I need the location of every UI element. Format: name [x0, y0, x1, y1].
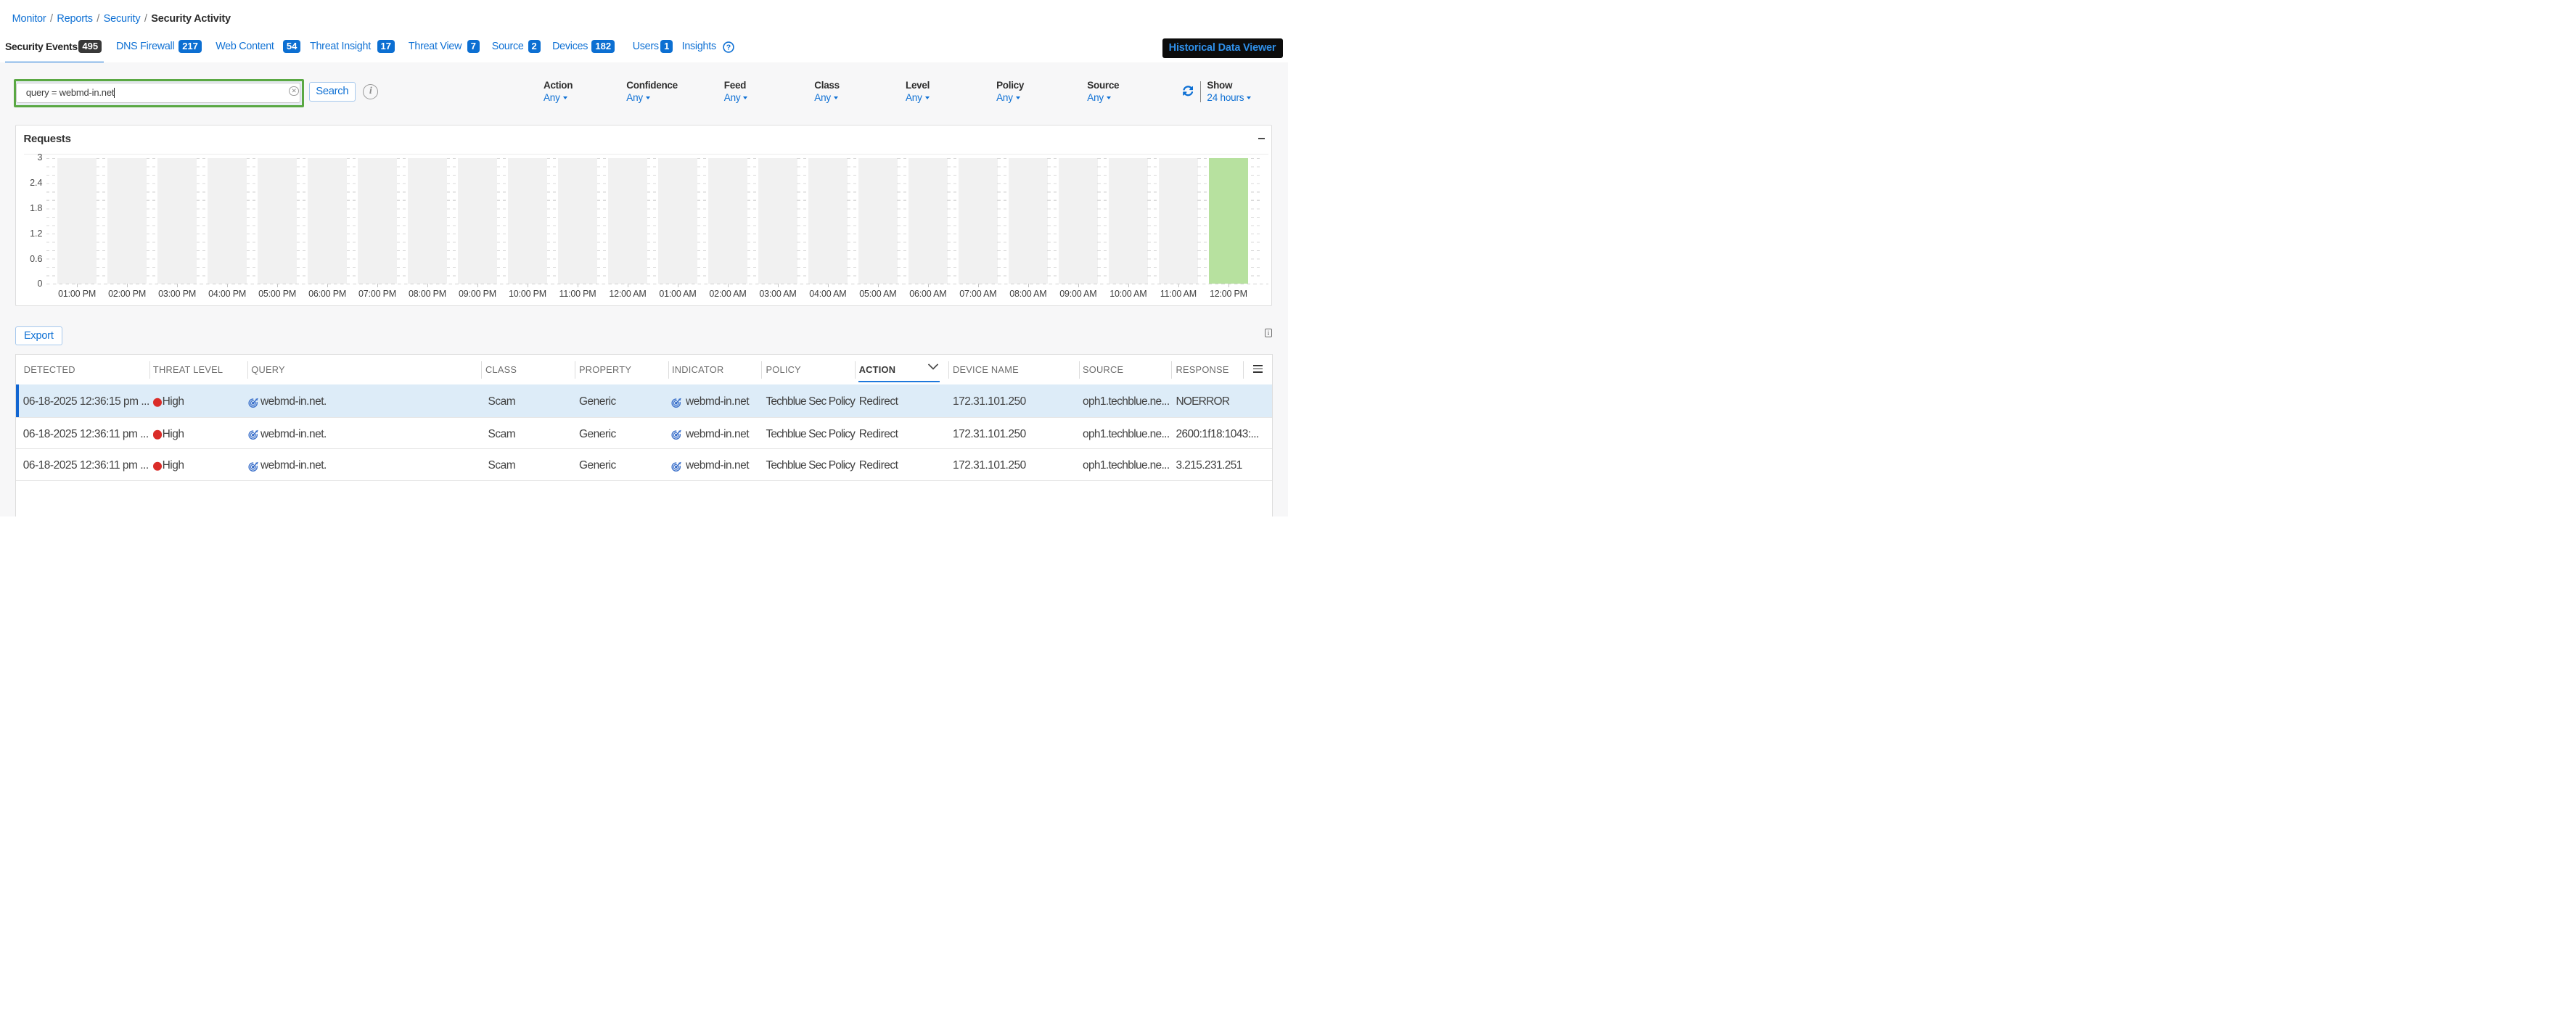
svg-text:?: ? — [726, 44, 731, 52]
